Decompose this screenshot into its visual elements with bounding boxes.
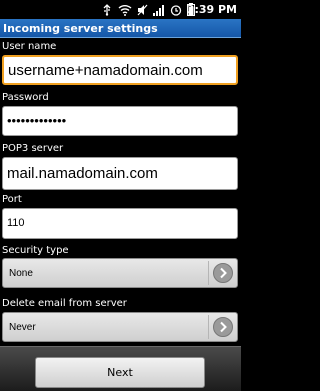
username-field[interactable]: username+namadomain.com xyxy=(2,55,238,85)
port-label: Port xyxy=(2,194,22,205)
username-value: username+namadomain.com xyxy=(8,62,203,79)
usb-icon xyxy=(101,3,113,16)
alarm-icon xyxy=(170,4,182,16)
security-type-dropdown-button[interactable] xyxy=(208,261,234,285)
title-bar: Incoming server settings xyxy=(0,19,241,38)
next-button[interactable]: Next xyxy=(35,357,205,388)
delete-email-value: Never xyxy=(9,322,36,333)
security-type-label: Security type xyxy=(2,245,69,256)
chevron-right-icon xyxy=(213,317,233,337)
bottom-bar: Next xyxy=(0,346,241,391)
delete-email-label: Delete email from server xyxy=(2,298,127,309)
chevron-right-icon xyxy=(213,263,233,283)
status-time: 3:39 PM xyxy=(186,3,237,16)
password-label: Password xyxy=(2,92,49,103)
port-field[interactable]: 110 xyxy=(2,208,238,239)
security-type-spinner[interactable]: None xyxy=(2,258,238,288)
page-title: Incoming server settings xyxy=(3,22,158,35)
status-icons xyxy=(101,2,195,17)
username-label: User name xyxy=(2,41,57,52)
security-type-value: None xyxy=(9,268,33,279)
server-field[interactable]: mail.namadomain.com xyxy=(2,157,238,190)
server-label: POP3 server xyxy=(2,143,64,154)
signal-icon xyxy=(153,4,165,16)
port-value: 110 xyxy=(7,217,25,229)
mute-icon xyxy=(137,4,148,16)
status-bar: 3:39 PM xyxy=(0,0,241,19)
delete-email-spinner[interactable]: Never xyxy=(2,312,238,342)
delete-email-dropdown-button[interactable] xyxy=(208,315,234,339)
wifi-icon xyxy=(118,4,132,16)
password-value: ••••••••••••• xyxy=(7,113,67,128)
password-field[interactable]: ••••••••••••• xyxy=(2,106,238,136)
server-value: mail.namadomain.com xyxy=(7,165,158,182)
